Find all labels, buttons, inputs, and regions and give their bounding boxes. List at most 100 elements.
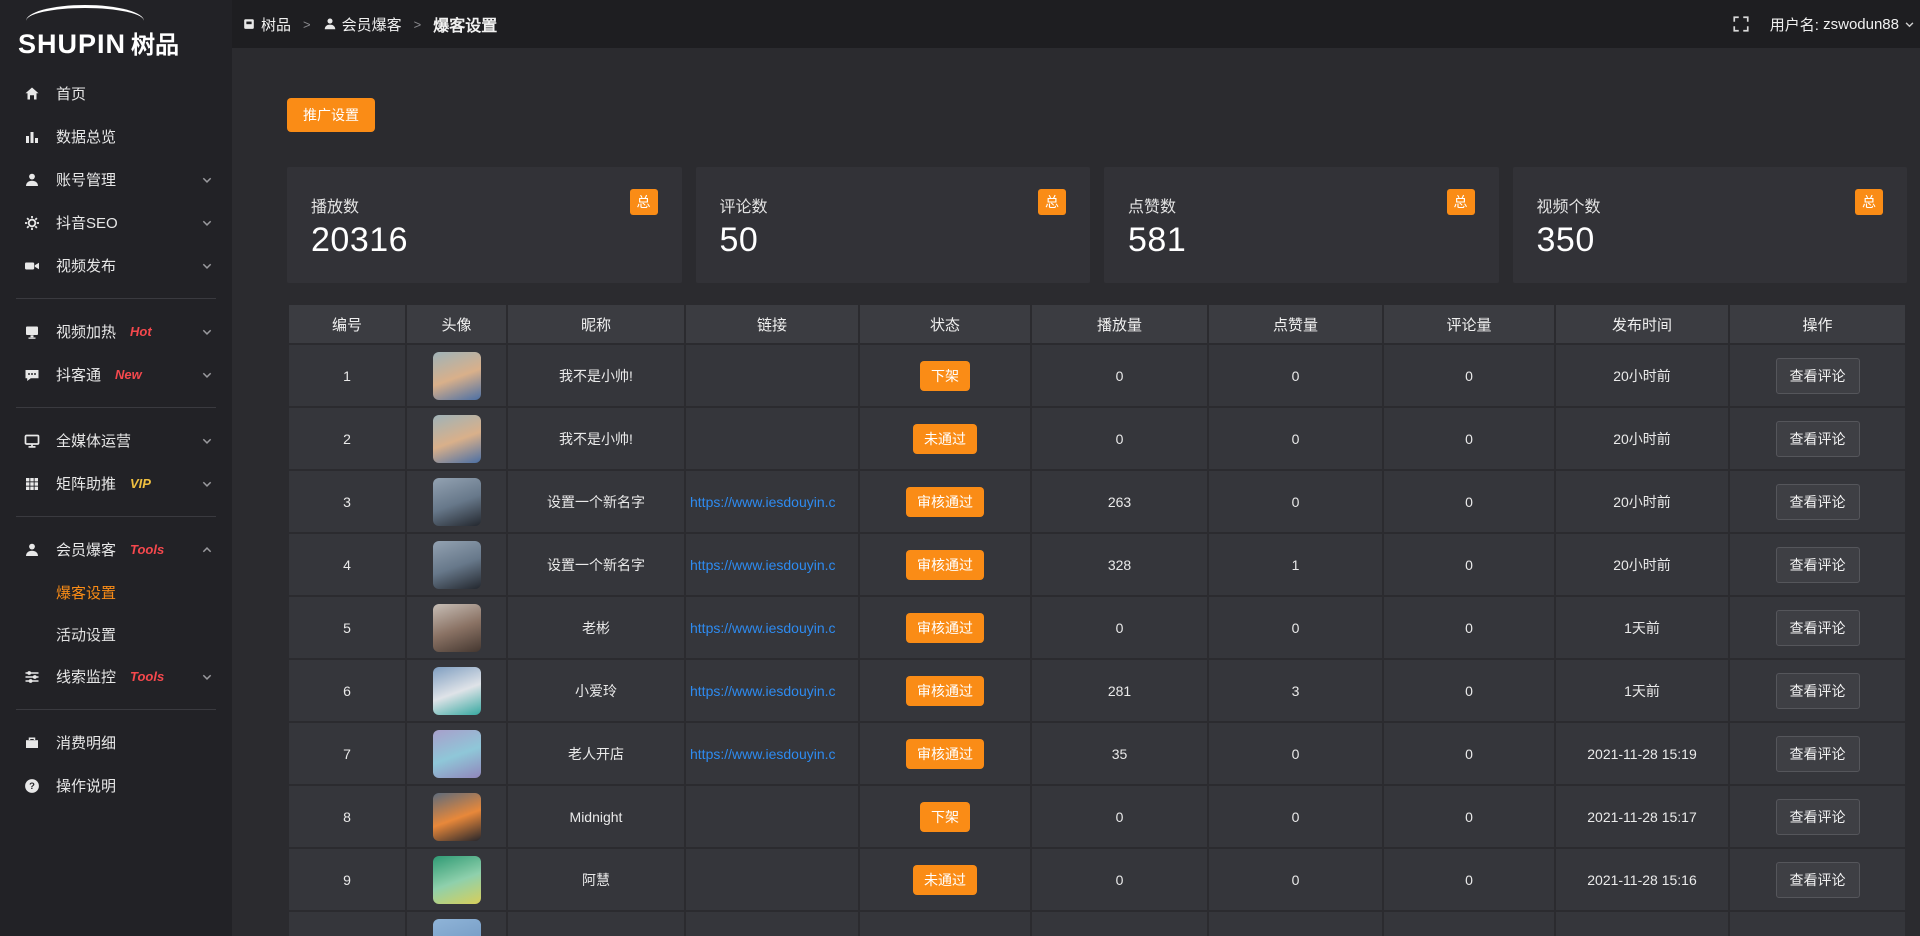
comments-cell: 0	[1384, 786, 1554, 847]
sidebar-item[interactable]: 消费明细	[0, 721, 232, 764]
avatar	[433, 541, 481, 589]
time-value: 2021-11-28 15:19	[1587, 746, 1697, 762]
action-cell: 查看评论	[1730, 723, 1905, 784]
breadcrumb-item[interactable]: 会员爆客	[323, 14, 402, 35]
stat-card-label: 播放数	[311, 193, 658, 217]
nickname-cell: 老彬	[508, 597, 684, 658]
table-row: 3设置一个新名字https://www.iesdouyin.c审核通过26300…	[289, 471, 1905, 532]
column-header: 头像	[407, 305, 506, 343]
time-cell: 20小时前	[1556, 471, 1728, 532]
view-comments-button[interactable]: 查看评论	[1776, 484, 1860, 520]
view-comments-button[interactable]: 查看评论	[1776, 610, 1860, 646]
sidebar-item[interactable]: 矩阵助推VIP	[0, 462, 232, 505]
likes-cell: 0	[1209, 849, 1382, 910]
sidebar-item[interactable]: 账号管理	[0, 158, 232, 201]
row-id: 8	[343, 809, 351, 825]
sidebar-subitem[interactable]: 爆客设置	[0, 571, 232, 613]
nickname: 设置一个新名字	[547, 494, 645, 510]
total-badge: 总	[1447, 189, 1475, 215]
view-comments-button[interactable]: 查看评论	[1776, 862, 1860, 898]
row-id: 5	[343, 620, 351, 636]
status-badge: 审核通过	[906, 487, 984, 517]
video-link[interactable]: https://www.iesdouyin.c	[690, 620, 836, 636]
link-cell	[686, 912, 858, 936]
view-comments-button[interactable]: 查看评论	[1776, 673, 1860, 709]
likes-cell: 0	[1209, 471, 1382, 532]
sidebar-subitem-label: 爆客设置	[56, 582, 116, 603]
fullscreen-icon[interactable]	[1732, 15, 1750, 33]
avatar	[433, 415, 481, 463]
table-row: 9阿慧未通过0002021-11-28 15:16查看评论	[289, 849, 1905, 910]
status-badge: 未通过	[913, 424, 977, 454]
topbar: 树品>会员爆客>爆客设置 用户名: zswodun88	[232, 0, 1920, 48]
comments-cell: 0	[1384, 849, 1554, 910]
avatar-cell	[407, 408, 506, 469]
breadcrumb-item[interactable]: 爆客设置	[433, 12, 497, 36]
promo-settings-button[interactable]: 推广设置	[287, 98, 375, 132]
video-link[interactable]: https://www.iesdouyin.c	[690, 746, 836, 762]
avatar-cell	[407, 471, 506, 532]
row-id-cell: 1	[289, 345, 405, 406]
sidebar-item[interactable]: 首页	[0, 72, 232, 115]
status-cell: 审核通过	[860, 534, 1030, 595]
link-cell	[686, 786, 858, 847]
sidebar-item[interactable]: 视频发布	[0, 244, 232, 287]
avatar-cell	[407, 597, 506, 658]
breadcrumb-item[interactable]: 树品	[242, 14, 291, 35]
plays-value: 0	[1116, 872, 1124, 888]
view-comments-button[interactable]: 查看评论	[1776, 358, 1860, 394]
breadcrumb: 树品>会员爆客>爆客设置	[242, 12, 497, 36]
avatar	[433, 604, 481, 652]
video-link[interactable]: https://www.iesdouyin.c	[690, 683, 836, 699]
link-cell: https://www.iesdouyin.c	[686, 597, 858, 658]
sidebar-item[interactable]: 数据总览	[0, 115, 232, 158]
table-row: 4设置一个新名字https://www.iesdouyin.c审核通过32810…	[289, 534, 1905, 595]
action-cell: 查看评论	[1730, 597, 1905, 658]
sidebar-subitem[interactable]: 活动设置	[0, 613, 232, 655]
nickname: 我不是小帅!	[559, 368, 633, 384]
comments-cell: 0	[1384, 471, 1554, 532]
row-id-cell: 5	[289, 597, 405, 658]
view-comments-button[interactable]: 查看评论	[1776, 799, 1860, 835]
row-id: 7	[343, 746, 351, 762]
avatar	[433, 856, 481, 904]
sidebar-item[interactable]: ?操作说明	[0, 764, 232, 807]
user-menu[interactable]: 用户名: zswodun88	[1770, 14, 1916, 35]
status-cell: 审核通过	[860, 660, 1030, 721]
comments-cell	[1384, 912, 1554, 936]
video-link[interactable]: https://www.iesdouyin.c	[690, 494, 836, 510]
status-badge: 审核通过	[906, 550, 984, 580]
nickname-cell: 设置一个新名字	[508, 534, 684, 595]
likes-cell: 0	[1209, 597, 1382, 658]
sidebar-divider	[16, 516, 216, 517]
column-header: 昵称	[508, 305, 684, 343]
sidebar-item[interactable]: 线索监控Tools	[0, 655, 232, 698]
view-comments-button[interactable]: 查看评论	[1776, 421, 1860, 457]
sidebar-item[interactable]: 全媒体运营	[0, 419, 232, 462]
sidebar-item-label: 抖客通	[56, 364, 101, 385]
content: 推广设置 播放数20316总评论数50总点赞数581总视频个数350总 编号头像…	[232, 48, 1920, 936]
comments-cell: 0	[1384, 534, 1554, 595]
comments-value: 0	[1465, 368, 1473, 384]
breadcrumb-separator: >	[414, 17, 422, 32]
sidebar-item-label: 会员爆客	[56, 539, 116, 560]
sidebar-item[interactable]: 抖音SEO	[0, 201, 232, 244]
likes-value: 0	[1292, 368, 1300, 384]
sidebar-item[interactable]: 会员爆客Tools	[0, 528, 232, 571]
total-badge: 总	[1855, 189, 1883, 215]
comments-value: 0	[1465, 494, 1473, 510]
comments-value: 0	[1465, 620, 1473, 636]
chevron-down-icon	[200, 434, 214, 448]
plays-value: 0	[1116, 368, 1124, 384]
view-comments-button[interactable]: 查看评论	[1776, 736, 1860, 772]
sidebar-item[interactable]: 抖客通New	[0, 353, 232, 396]
column-header: 发布时间	[1556, 305, 1728, 343]
sidebar-divider	[16, 298, 216, 299]
action-cell: 查看评论	[1730, 534, 1905, 595]
likes-value: 0	[1292, 494, 1300, 510]
time-value: 1天前	[1624, 683, 1660, 699]
sidebar-item[interactable]: 视频加热Hot	[0, 310, 232, 353]
view-comments-button[interactable]: 查看评论	[1776, 547, 1860, 583]
video-link[interactable]: https://www.iesdouyin.c	[690, 557, 836, 573]
chevron-down-icon	[200, 670, 214, 684]
